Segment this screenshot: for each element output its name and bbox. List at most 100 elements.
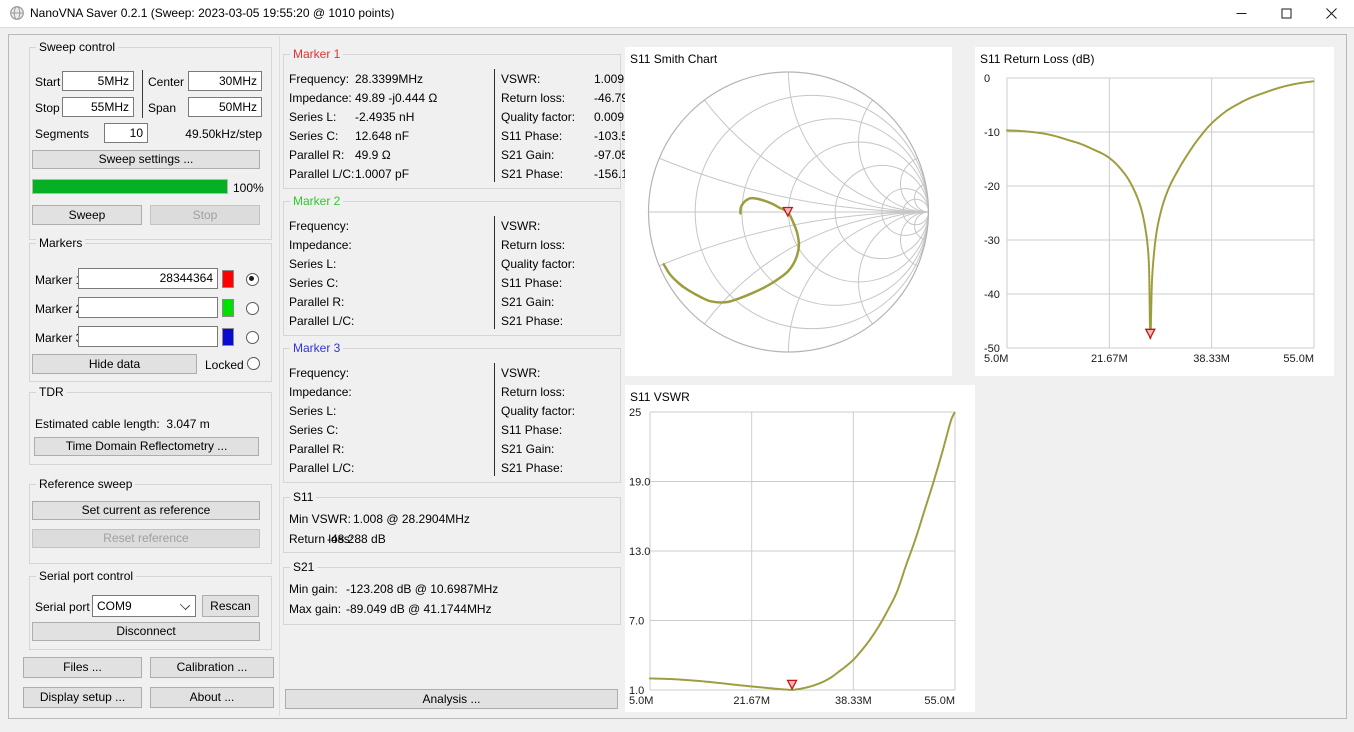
minimize-button[interactable] bbox=[1219, 0, 1264, 27]
disconnect-button[interactable]: Disconnect bbox=[32, 622, 260, 641]
field-value: -2.4935 nH bbox=[355, 110, 414, 124]
field-label: Quality factor: bbox=[501, 404, 575, 418]
field-label: Impedance: bbox=[289, 385, 352, 399]
marker-1-color-swatch[interactable] bbox=[222, 270, 234, 288]
svg-text:38.33M: 38.33M bbox=[835, 695, 872, 707]
return-loss-chart[interactable]: S11 Return Loss (dB) 5.0M21.67M38.33M55.… bbox=[975, 47, 1334, 376]
cable-length-label: Estimated cable length: bbox=[35, 417, 160, 431]
marker-3-detail-group: Marker 3Frequency:VSWR:Impedance:Return … bbox=[283, 348, 621, 483]
svg-text:-30: -30 bbox=[984, 235, 1000, 247]
max-gain-value: -89.049 dB @ 41.1744MHz bbox=[346, 602, 492, 616]
field-label: S21 Gain: bbox=[501, 295, 554, 309]
sweep-button[interactable]: Sweep bbox=[32, 205, 142, 225]
marker-3-label: Marker 3 bbox=[35, 331, 82, 345]
field-label: Parallel R: bbox=[289, 442, 344, 456]
field-label: VSWR: bbox=[501, 366, 540, 380]
field-label: Impedance: bbox=[289, 238, 352, 252]
files-button[interactable]: Files ... bbox=[23, 657, 142, 678]
field-label: VSWR: bbox=[501, 72, 540, 86]
marker-3-detail-title: Marker 3 bbox=[290, 341, 343, 355]
marker-1-input[interactable]: 28344364 bbox=[78, 268, 218, 289]
locked-radio[interactable] bbox=[247, 357, 260, 370]
field-label: Parallel L/C: bbox=[289, 314, 354, 328]
close-button[interactable] bbox=[1309, 0, 1354, 27]
set-reference-button[interactable]: Set current as reference bbox=[32, 501, 260, 520]
field-label: Return loss: bbox=[501, 91, 565, 105]
marker-1-radio[interactable] bbox=[246, 273, 259, 286]
min-vswr-value: 1.008 @ 28.2904MHz bbox=[353, 512, 470, 526]
s21-summary-group: S21 Min gain:-123.208 dB @ 10.6987MHz Ma… bbox=[283, 567, 621, 625]
field-label: Series L: bbox=[289, 110, 336, 124]
marker-3-radio[interactable] bbox=[246, 331, 259, 344]
field-label: S21 Gain: bbox=[501, 148, 554, 162]
svg-text:38.33M: 38.33M bbox=[1193, 353, 1230, 365]
marker-2-radio[interactable] bbox=[246, 302, 259, 315]
app-icon bbox=[9, 5, 25, 21]
maximize-button[interactable] bbox=[1264, 0, 1309, 27]
field-label: Series C: bbox=[289, 276, 338, 290]
marker-2-color-swatch[interactable] bbox=[222, 299, 234, 317]
field-label: S21 Phase: bbox=[501, 461, 563, 475]
field-label: S11 Phase: bbox=[501, 423, 562, 437]
hide-data-button[interactable]: Hide data bbox=[32, 354, 197, 374]
window-title: NanoVNA Saver 0.2.1 (Sweep: 2023-03-05 1… bbox=[30, 6, 394, 20]
segments-input[interactable]: 10 bbox=[104, 123, 148, 143]
serial-port-group-title: Serial port control bbox=[36, 569, 136, 583]
svg-text:25: 25 bbox=[629, 407, 641, 419]
tdr-group-title: TDR bbox=[36, 385, 67, 399]
svg-text:-50: -50 bbox=[984, 343, 1000, 355]
sweep-settings-button[interactable]: Sweep settings ... bbox=[32, 150, 260, 169]
marker-2-detail-title: Marker 2 bbox=[290, 194, 343, 208]
svg-text:1.0: 1.0 bbox=[629, 685, 644, 697]
stop-label: Stop bbox=[35, 101, 60, 115]
field-label: S21 Phase: bbox=[501, 314, 563, 328]
s11-summary-group: S11 Min VSWR:1.008 @ 28.2904MHz Return l… bbox=[283, 497, 621, 553]
reset-reference-button[interactable]: Reset reference bbox=[32, 529, 260, 548]
field-label: Series C: bbox=[289, 129, 338, 143]
min-gain-value: -123.208 dB @ 10.6987MHz bbox=[346, 582, 498, 596]
analysis-button[interactable]: Analysis ... bbox=[285, 689, 618, 709]
serial-port-label: Serial port bbox=[35, 600, 90, 614]
min-vswr-label: Min VSWR: bbox=[289, 512, 353, 526]
marker-2-input[interactable] bbox=[78, 297, 218, 318]
column-divider bbox=[494, 363, 495, 476]
return-loss-chart-canvas: 5.0M21.67M38.33M55.0M0-10-20-30-40-50 bbox=[975, 47, 1334, 376]
vswr-chart[interactable]: S11 VSWR 5.0M21.67M38.33M55.0M2519.013.0… bbox=[625, 385, 975, 712]
tdr-button[interactable]: Time Domain Reflectometry ... bbox=[34, 437, 259, 456]
serial-port-select[interactable]: COM9 bbox=[92, 595, 196, 617]
start-input[interactable]: 5MHz bbox=[62, 71, 134, 91]
s11-return-loss-row: Return loss:-48.288 dB bbox=[289, 532, 386, 546]
progress-percent-label: 100% bbox=[233, 181, 264, 195]
max-gain-row: Max gain:-89.049 dB @ 41.1744MHz bbox=[289, 602, 492, 616]
markers-group-title: Markers bbox=[36, 236, 85, 250]
center-input[interactable]: 30MHz bbox=[188, 71, 262, 91]
stop-input[interactable]: 55MHz bbox=[62, 97, 134, 117]
serial-port-value: COM9 bbox=[97, 599, 132, 613]
field-label: Frequency: bbox=[289, 72, 349, 86]
about-button[interactable]: About ... bbox=[150, 687, 274, 708]
rescan-button[interactable]: Rescan bbox=[202, 595, 259, 617]
smith-chart[interactable]: S11 Smith Chart bbox=[625, 47, 952, 376]
stop-button[interactable]: Stop bbox=[150, 205, 260, 225]
marker-1-detail-title: Marker 1 bbox=[290, 47, 343, 61]
marker-3-input[interactable] bbox=[78, 326, 218, 347]
marker-3-color-swatch[interactable] bbox=[222, 328, 234, 346]
field-label: Return loss: bbox=[501, 385, 565, 399]
min-gain-row: Min gain:-123.208 dB @ 10.6987MHz bbox=[289, 582, 498, 596]
center-label: Center bbox=[148, 75, 184, 89]
max-gain-label: Max gain: bbox=[289, 602, 346, 616]
display-setup-button[interactable]: Display setup ... bbox=[23, 687, 142, 708]
calibration-button[interactable]: Calibration ... bbox=[150, 657, 274, 678]
svg-text:55.0M: 55.0M bbox=[1283, 353, 1314, 365]
svg-text:55.0M: 55.0M bbox=[924, 695, 955, 707]
svg-text:-10: -10 bbox=[984, 127, 1000, 139]
step-size-info: 49.50kHz/step bbox=[178, 127, 262, 141]
reference-sweep-title: Reference sweep bbox=[36, 477, 135, 491]
sweep-column-divider bbox=[142, 70, 143, 118]
field-value: 49.9 Ω bbox=[355, 148, 391, 162]
span-label: Span bbox=[148, 101, 176, 115]
field-label: Quality factor: bbox=[501, 257, 575, 271]
field-label: Parallel R: bbox=[289, 148, 344, 162]
cable-length-row: Estimated cable length: 3.047 m bbox=[35, 417, 210, 431]
span-input[interactable]: 50MHz bbox=[188, 97, 262, 117]
